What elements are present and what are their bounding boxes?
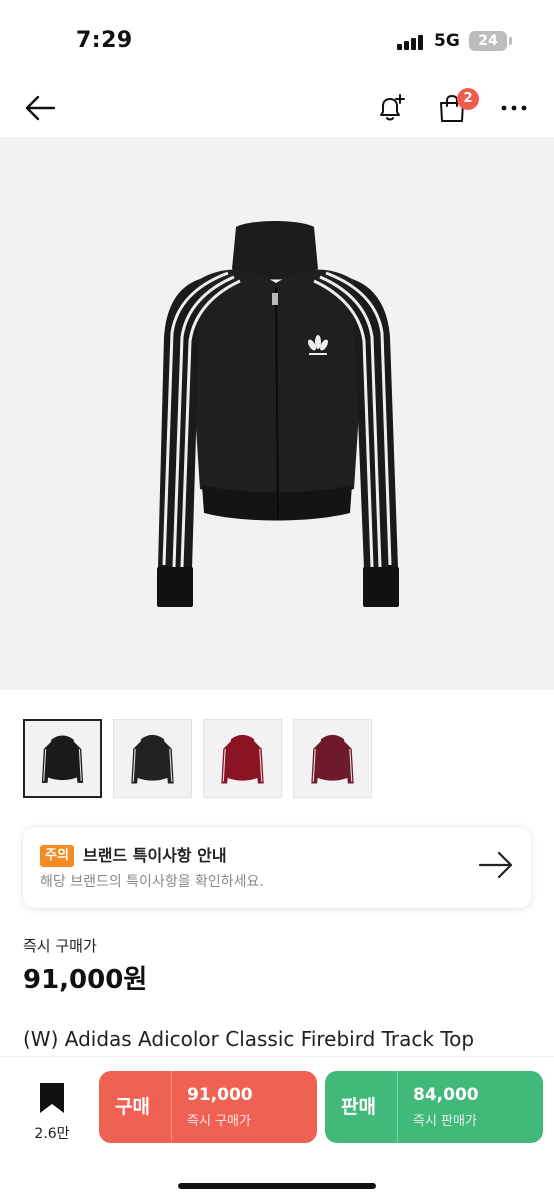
product-image[interactable] [0, 137, 554, 690]
price-alert-button[interactable] [369, 80, 413, 136]
sell-divider [397, 1071, 398, 1143]
arrow-right-icon [478, 851, 513, 879]
bottom-action-bar: 2.6만 구매 91,000 즉시 구매가 판매 84,000 즉시 판매가 [0, 1056, 554, 1200]
wishlist-button[interactable]: 2.6만 [22, 1083, 82, 1143]
price-label: 즉시 구매가 [23, 937, 97, 955]
battery-cap [509, 37, 512, 45]
bookmark-icon [40, 1083, 64, 1113]
battery-icon: 24 [469, 31, 507, 51]
more-button[interactable] [492, 80, 536, 136]
track-jacket-image [157, 221, 399, 607]
network-type: 5G [434, 31, 460, 51]
buy-label: 구매 [115, 1096, 150, 1118]
nav-bar: 2 [0, 80, 554, 136]
buy-price: 91,000 [187, 1085, 253, 1105]
product-name: (W) Adidas Adicolor Classic Firebird Tra… [23, 1027, 475, 1051]
buy-divider [171, 1071, 172, 1143]
notice-title: 브랜드 특이사항 안내 [83, 846, 227, 865]
jacket-thumbnail-image [311, 734, 354, 784]
thumbnail-1[interactable] [23, 719, 102, 798]
brand-notice-card[interactable]: 주의 브랜드 특이사항 안내 해당 브랜드의 특이사항을 확인하세요. [23, 827, 531, 908]
sell-subtitle: 즉시 판매가 [413, 1114, 477, 1129]
wishlist-count: 2.6만 [34, 1126, 70, 1142]
price-value: 91,000원 [23, 965, 148, 995]
jacket-thumbnail-image [221, 734, 264, 784]
cart-button[interactable]: 2 [430, 80, 479, 136]
cart-count-badge: 2 [457, 88, 479, 110]
sell-button[interactable]: 판매 84,000 즉시 판매가 [325, 1071, 543, 1143]
thumbnail-3[interactable] [203, 719, 282, 798]
arrow-left-icon [25, 95, 56, 121]
status-time: 7:29 [76, 28, 133, 53]
thumbnail-4[interactable] [293, 719, 372, 798]
more-horizontal-icon [501, 105, 527, 111]
jacket-thumbnail-image [41, 735, 84, 783]
thumbnail-2[interactable] [113, 719, 192, 798]
buy-subtitle: 즉시 구매가 [187, 1114, 251, 1129]
jacket-thumbnail-image [131, 734, 174, 784]
notice-tag: 주의 [40, 845, 74, 867]
bell-plus-icon [380, 94, 405, 121]
status-bar: 7:29 5G 24 [0, 0, 554, 80]
sell-label: 판매 [341, 1096, 376, 1118]
sell-price: 84,000 [413, 1085, 479, 1105]
home-indicator [178, 1183, 376, 1189]
buy-button[interactable]: 구매 91,000 즉시 구매가 [99, 1071, 317, 1143]
back-button[interactable] [18, 80, 62, 136]
notice-description: 해당 브랜드의 특이사항을 확인하세요. [40, 874, 264, 890]
signal-icon [397, 34, 425, 50]
